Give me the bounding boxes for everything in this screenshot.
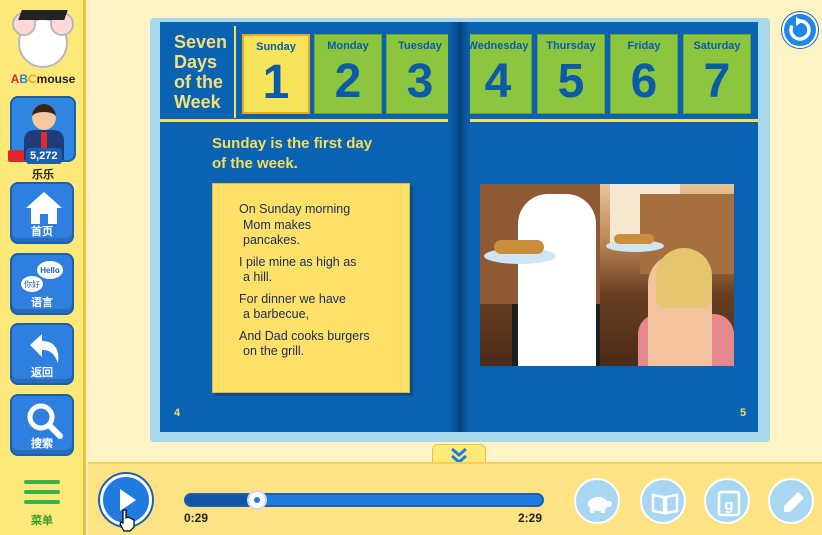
menu-label: 菜单 [31, 514, 53, 527]
ticket-icon [8, 150, 24, 162]
pancakes-photo [480, 184, 734, 366]
day-monday[interactable]: Monday 2 [314, 34, 382, 114]
day-saturday[interactable]: Saturday 7 [683, 34, 751, 114]
day-wednesday[interactable]: Wednesday 4 [464, 34, 532, 114]
username: 乐乐 [32, 168, 54, 181]
current-time: 0:29 [184, 511, 209, 525]
svg-text:Hello: Hello [40, 266, 60, 275]
search-label: 搜索 [31, 437, 53, 450]
restart-button[interactable] [782, 12, 818, 48]
page-number-right: 5 [740, 407, 747, 419]
day-friday[interactable]: Friday 6 [610, 34, 678, 114]
home-icon [26, 192, 62, 224]
back-label: 返回 [31, 366, 53, 379]
home-button[interactable]: 首页 [10, 182, 74, 244]
slow-speed-button[interactable] [574, 478, 620, 524]
poem-card: On Sunday morning Mom makes pancakes. I … [212, 183, 410, 393]
svg-text:你好: 你好 [24, 279, 40, 289]
pencil-icon [784, 492, 804, 512]
draw-button[interactable] [768, 478, 814, 524]
graduation-cap-icon [18, 10, 68, 20]
player-controls: 0:29 2:29 g [88, 462, 822, 535]
restart-icon [789, 17, 811, 41]
book-spine [448, 22, 470, 432]
poem-stanza: And Dad cooks burgers on the grill. [239, 328, 370, 359]
total-time: 2:29 [518, 511, 543, 525]
open-book-icon [651, 493, 679, 515]
page-heading: Sunday is the first day of the week. [212, 135, 373, 172]
day-thursday[interactable]: Thursday 5 [537, 34, 605, 114]
search-button[interactable]: 搜索 [10, 394, 74, 456]
day-sunday[interactable]: Sunday 1 [242, 34, 310, 114]
language-button[interactable]: Hello 你好 语言 [10, 253, 74, 315]
progress-knob[interactable] [247, 490, 268, 510]
mouse-mascot-icon [12, 12, 74, 68]
book-title: Seven Days of the Week [164, 26, 236, 118]
progress-track[interactable] [184, 490, 544, 510]
hamburger-icon [24, 480, 60, 484]
svg-text:g: g [724, 497, 733, 514]
logo-text: ABCmouse [10, 72, 76, 86]
sidebar: ABCmouse 5,272 乐乐 首页 Hello 你好 语言 返回 搜索 菜… [0, 0, 86, 535]
glossary-button[interactable]: g [704, 478, 750, 524]
book-spread: Seven Days of the Week Sunday 1 Monday 2 T… [160, 22, 758, 432]
hand-cursor-icon [119, 509, 135, 532]
glossary-g-icon: g [717, 490, 741, 517]
menu-button[interactable]: 菜单 [18, 478, 68, 528]
day-tuesday[interactable]: Tuesday 3 [386, 34, 454, 114]
abcmouse-logo[interactable]: ABCmouse [6, 6, 80, 88]
coins-counter: 5,272 [8, 148, 78, 164]
read-book-button[interactable] [640, 478, 686, 524]
poem-stanza: I pile mine as high as a hill. [239, 254, 357, 285]
poem-stanza: For dinner we have a barbecue, [239, 291, 347, 322]
language-label: 语言 [31, 296, 53, 309]
turtle-icon [588, 497, 612, 513]
home-label: 首页 [31, 225, 53, 238]
back-button[interactable]: 返回 [10, 323, 74, 385]
page-number-left: 4 [174, 407, 181, 419]
language-bubbles-icon: Hello 你好 [21, 261, 63, 292]
poem-stanza: On Sunday morning Mom makes pancakes. [239, 202, 351, 247]
coins-value: 5,272 [26, 148, 62, 164]
